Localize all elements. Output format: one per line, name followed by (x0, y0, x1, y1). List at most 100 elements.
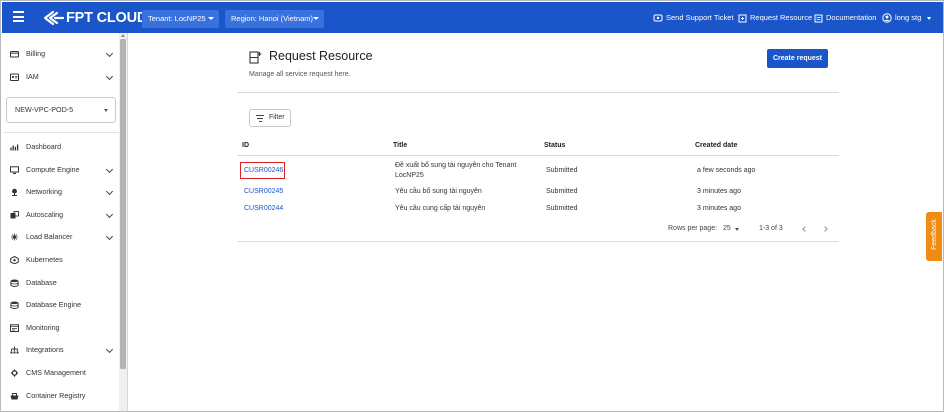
integrations-icon (10, 346, 19, 354)
request-title: Yêu cầu bổ sung tài nguyên (395, 188, 482, 195)
request-status: Submitted (546, 205, 578, 212)
sidebar-item-load-balancer[interactable]: Load Balancer (10, 230, 114, 244)
sidebar-item-billing[interactable]: Billing (10, 47, 114, 61)
user-avatar-icon (882, 13, 892, 23)
request-status: Submitted (546, 188, 578, 195)
support-link-label: Send Support Ticket (666, 13, 734, 22)
header-divider (237, 92, 839, 93)
kubernetes-icon (10, 256, 19, 264)
documentation-link[interactable]: Documentation (814, 2, 876, 33)
sidebar-item-iam[interactable]: IAM (10, 70, 114, 84)
monitoring-icon (10, 324, 19, 332)
load-balancer-icon (11, 233, 18, 241)
send-support-ticket-link[interactable]: Send Support Ticket (653, 2, 734, 33)
column-header-id[interactable]: ID (242, 142, 249, 149)
request-id-link[interactable]: CUSR00245 (244, 188, 283, 195)
filter-label: Filter (269, 114, 285, 121)
sidebar-scrollbar[interactable] (119, 33, 127, 411)
tenant-label: Tenant: LocNP25 (148, 14, 206, 23)
fpt-cloud-logo[interactable]: FPT CLOUD (44, 9, 147, 27)
scroll-up-icon[interactable] (121, 34, 125, 37)
feedback-label: Feedback (931, 219, 938, 250)
sidebar-item-kubernetes[interactable]: Kubernetes (10, 253, 114, 267)
sidebar-item-label: Networking (26, 187, 62, 196)
chevron-down-icon (105, 187, 114, 196)
sidebar-item-dashboard[interactable]: Dashboard (10, 140, 114, 154)
region-selector[interactable]: Region: Hanoi (Vietnam) (225, 10, 324, 28)
rows-per-page-select[interactable]: 25 (723, 225, 731, 232)
region-label: Region: Hanoi (Vietnam) (231, 14, 313, 23)
sidebar-item-label: Billing (26, 49, 46, 58)
request-title: Yêu cầu cung cấp tài nguyên (395, 205, 486, 212)
chevron-down-icon (313, 17, 319, 20)
request-resource-icon (738, 14, 747, 23)
sidebar-item-integrations[interactable]: Integrations (10, 343, 114, 357)
sidebar-item-label: Container Registry (26, 391, 86, 400)
container-icon (10, 393, 19, 400)
database-icon (10, 279, 19, 287)
request-resource-link[interactable]: Request Resource (738, 2, 812, 33)
table-bottom-divider (237, 241, 839, 242)
chevron-down-icon (105, 232, 114, 241)
autoscaling-icon (10, 211, 19, 219)
sidebar-item-label: Integrations (26, 345, 64, 354)
chevron-down-icon (208, 17, 214, 20)
vpc-selector-value: NEW-VPC-POD-5 (15, 105, 74, 114)
chevron-down-icon (105, 72, 114, 81)
billing-icon (10, 51, 19, 58)
request-created-date: 3 minutes ago (697, 188, 741, 195)
sidebar-item-label: Database Engine (26, 300, 82, 309)
tenant-selector[interactable]: Tenant: LocNP25 (142, 10, 219, 28)
highlight-box (240, 162, 285, 179)
app-frame: FPT CLOUD Tenant: LocNP25 Region: Hanoi … (0, 0, 944, 412)
feedback-tab[interactable]: Feedback (926, 212, 942, 261)
sidebar-item-database[interactable]: Database (10, 276, 114, 290)
cms-icon (10, 369, 19, 377)
scrollbar-thumb[interactable] (120, 39, 126, 369)
sidebar-item-monitoring[interactable]: Monitoring (10, 321, 114, 335)
sidebar-item-autoscaling[interactable]: Autoscaling (10, 208, 114, 222)
column-header-created-date[interactable]: Created date (695, 142, 737, 149)
sidebar-item-compute-engine[interactable]: Compute Engine (10, 163, 114, 177)
sidebar-item-label: Monitoring (26, 323, 60, 332)
chevron-down-icon[interactable] (735, 228, 739, 231)
column-header-status[interactable]: Status (544, 142, 565, 149)
sidebar-item-cms-management[interactable]: CMS Management (10, 366, 114, 380)
chevron-down-icon (105, 345, 114, 354)
sidebar-item-label: IAM (26, 72, 39, 81)
hamburger-menu-icon[interactable] (13, 11, 24, 22)
chevron-down-icon (105, 165, 114, 174)
sidebar-item-networking[interactable]: Networking (10, 185, 114, 199)
create-request-button[interactable]: Create request (767, 49, 828, 68)
column-header-title[interactable]: Title (393, 142, 407, 149)
chevron-down-icon (105, 49, 114, 58)
sidebar-item-database-engine[interactable]: Database Engine (10, 298, 114, 312)
sidebar-item-label: Dashboard (26, 142, 62, 151)
request-id-link[interactable]: CUSR00244 (244, 205, 283, 212)
database-engine-icon (10, 301, 19, 309)
sidebar-item-label: Compute Engine (26, 165, 80, 174)
sidebar-divider (3, 132, 120, 133)
vpc-selector[interactable]: NEW-VPC-POD-5 (6, 97, 116, 123)
user-menu[interactable]: long stg (882, 2, 932, 33)
request-title: Đề xuất bổ sung tài nguyên cho Tenant (395, 162, 517, 169)
monitor-icon (10, 166, 19, 174)
logo-mark-icon (44, 10, 64, 26)
request-link-label: Request Resource (750, 13, 813, 22)
sidebar-item-label: Database (26, 278, 57, 287)
table-header-divider (237, 155, 839, 156)
filter-button[interactable]: Filter (249, 109, 291, 127)
next-page-icon[interactable] (822, 226, 828, 232)
user-name: long stg (895, 13, 922, 22)
sidebar: Billing IAM NEW-VPC-POD-5 Dashboard Compute … (2, 33, 128, 411)
sidebar-item-label: CMS Management (26, 368, 86, 377)
chevron-down-icon (927, 16, 932, 20)
pagination-range: 1-3 of 3 (759, 225, 783, 232)
sidebar-item-container-registry[interactable]: Container Registry (10, 389, 114, 403)
filter-icon (256, 115, 264, 123)
previous-page-icon[interactable] (802, 226, 808, 232)
request-created-date: 3 minutes ago (697, 205, 741, 212)
sidebar-item-label: Load Balancer (26, 232, 73, 241)
documentation-icon (814, 14, 823, 23)
chart-icon (10, 144, 19, 151)
